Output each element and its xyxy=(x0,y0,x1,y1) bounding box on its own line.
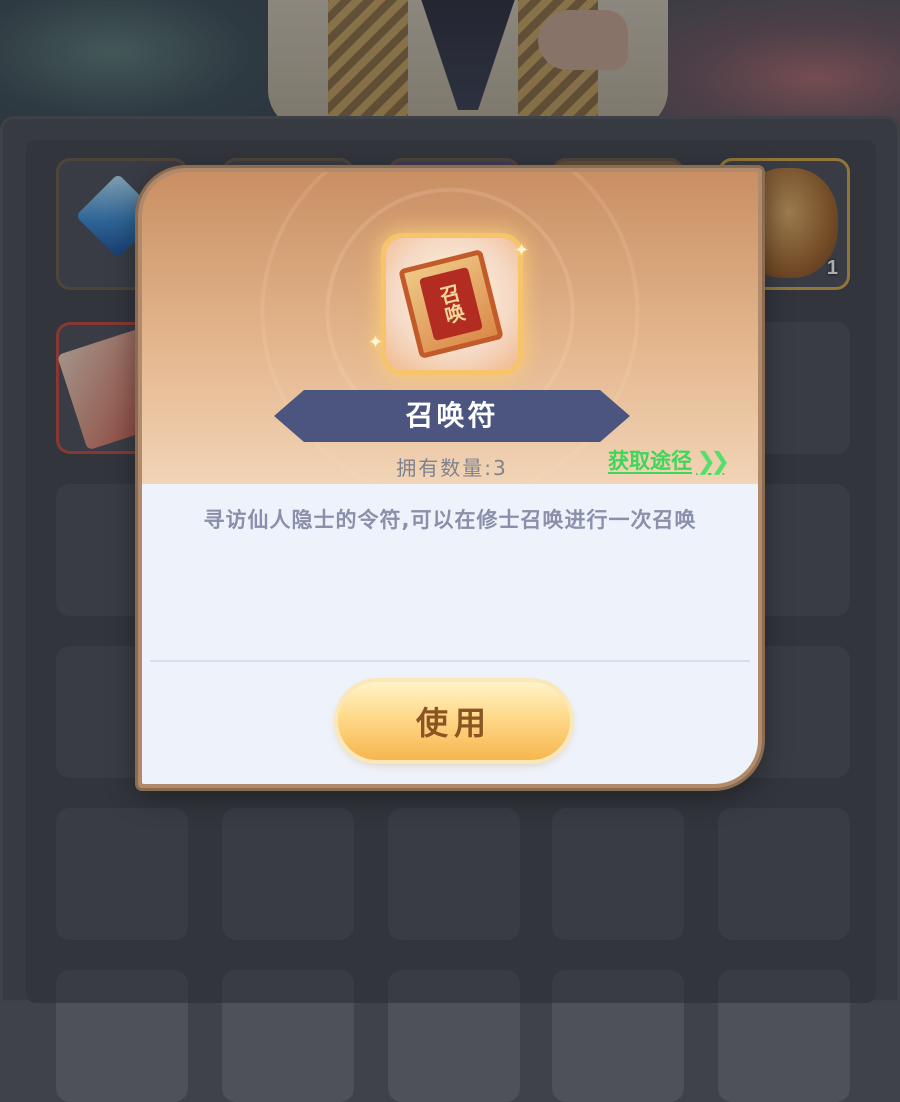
popup-body: 寻访仙人隐士的令符,可以在修士召唤进行一次召唤 使用 xyxy=(142,484,758,784)
divider xyxy=(150,660,750,662)
obtain-method-link[interactable]: 获取途径 ❯❯ xyxy=(608,444,754,478)
item-detail-popup: 召唤 ✦ ✦ 召唤符 拥有数量:3 获取途径 ❯❯ 寻访仙人隐士的令符,可以在修… xyxy=(138,168,762,788)
item-icon-frame: 召唤 xyxy=(386,238,518,370)
summon-scroll-icon: 召唤 xyxy=(398,248,504,360)
sparkle-icon: ✦ xyxy=(514,240,530,261)
sparkle-icon: ✦ xyxy=(368,332,384,353)
item-name: 召唤符 xyxy=(405,399,499,432)
double-chevron-right-icon: ❯❯ xyxy=(696,447,730,475)
item-description: 寻访仙人隐士的令符,可以在修士召唤进行一次召唤 xyxy=(203,508,697,532)
owned-quantity: 拥有数量:3 xyxy=(396,456,508,480)
popup-header: 召唤 ✦ ✦ 召唤符 拥有数量:3 获取途径 ❯❯ xyxy=(142,172,758,484)
use-button[interactable]: 使用 xyxy=(338,682,570,760)
scroll-seal-text: 召唤 xyxy=(419,266,483,342)
obtain-method-label: 获取途径 xyxy=(608,449,692,473)
